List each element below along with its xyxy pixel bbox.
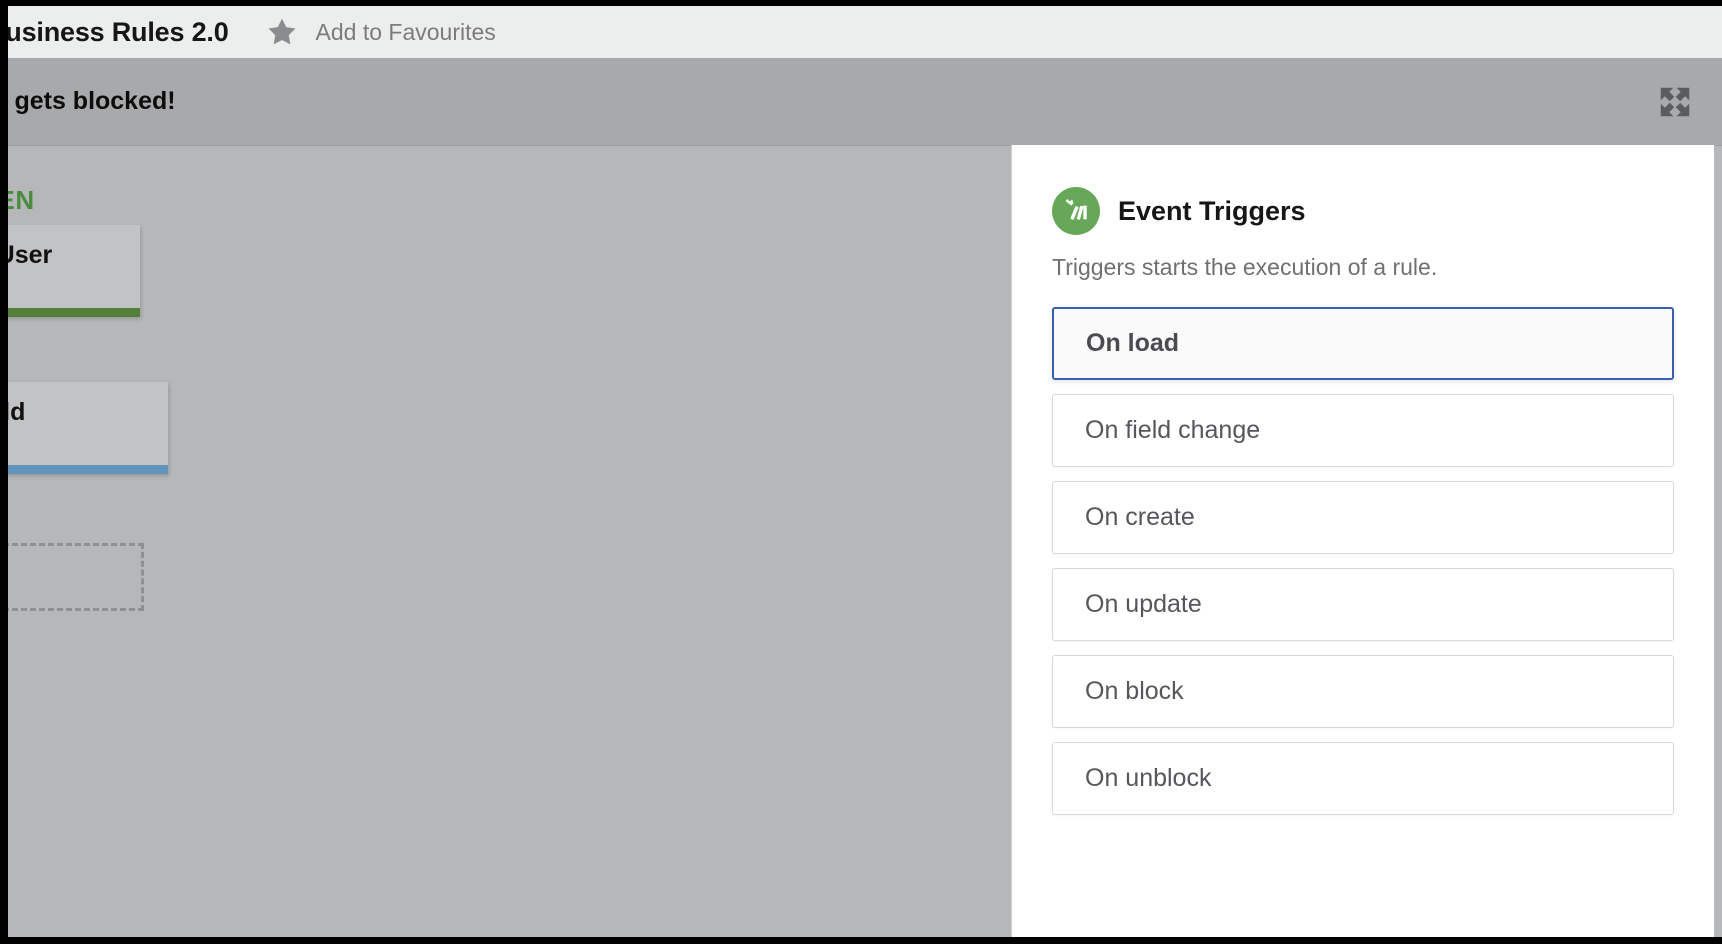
event-triggers-panel: Event Triggers Triggers starts the execu… [1011,145,1714,937]
add-to-favourites-label: Add to Favourites [315,18,496,45]
trigger-option-label: On create [1085,503,1195,531]
trigger-option-on-unblock[interactable]: On unblock [1052,742,1674,815]
app-window: Business Rules 2.0 Add to Favourites ent… [0,0,1722,944]
add-to-favourites-button[interactable]: Add to Favourites [265,15,496,49]
trigger-option-on-block[interactable]: On block [1052,655,1674,728]
trigger-option-on-load[interactable]: On load [1052,307,1674,380]
trigger-option-on-create[interactable]: On create [1052,481,1674,554]
rule-name-text: ent gets blocked! [8,87,176,115]
app-header: Business Rules 2.0 Add to Favourites [8,6,1722,58]
expand-fullscreen-icon[interactable] [1656,83,1694,121]
trigger-option-label: On update [1085,590,1202,618]
event-trigger-icon [1052,187,1100,235]
canvas-drop-placeholder[interactable] [8,543,144,611]
canvas-card-action[interactable]: e Child rd [8,382,168,474]
trigger-option-on-field-change[interactable]: On field change [1052,394,1674,467]
panel-header: Event Triggers [1052,187,1674,235]
trigger-options-list: On load On field change On create On upd… [1052,307,1674,815]
trigger-option-label: On unblock [1085,764,1212,792]
panel-title: Event Triggers [1118,195,1306,226]
trigger-option-label: On field change [1085,416,1261,444]
panel-subtitle: Triggers starts the execution of a rule. [1052,254,1438,280]
canvas-card-condition-text: r All User ona [8,241,53,269]
page-title: Business Rules 2.0 [8,16,229,47]
trigger-option-on-update[interactable]: On update [1052,568,1674,641]
star-icon[interactable] [265,15,299,49]
trigger-option-label: On block [1085,677,1184,705]
trigger-option-label: On load [1086,329,1180,357]
canvas-card-action-accent [8,465,168,474]
canvas-group-label-when: HEN [8,185,35,215]
rule-name-band: ent gets blocked! [8,58,1722,145]
canvas-card-action-text: e Child rd [8,398,26,426]
canvas-card-condition[interactable]: r All User ona [8,225,140,317]
canvas-card-condition-accent [8,308,140,317]
